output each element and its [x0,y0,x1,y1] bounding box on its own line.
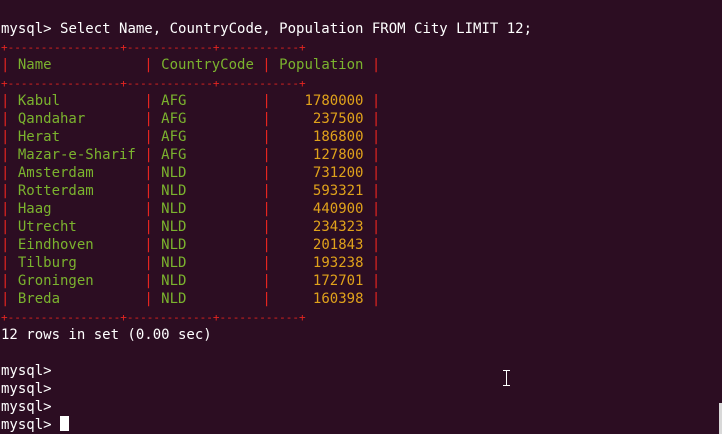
table-border-top: +-----------------+-------------+-------… [1,41,306,54]
cell-name: Herat [17,129,61,145]
cell-countrycode: NLD [161,273,187,289]
cell-population: 186800 [312,129,364,145]
table-row: | Haag | NLD | 440900 | [1,201,381,217]
table-border-header: +-----------------+-------------+-------… [1,77,306,90]
prompt-line: mysql> [1,363,52,379]
cell-name: Amsterdam [17,165,94,181]
result-summary: 12 rows in set (0.00 sec) [1,327,212,343]
block-cursor-icon [59,416,69,431]
query-line: mysql> Select Name, CountryCode, Populat… [1,20,532,38]
cell-countrycode: AFG [161,129,187,145]
table-row: | Rotterdam | NLD | 593321 | [1,183,381,199]
cell-countrycode: NLD [161,255,187,271]
column-header-population: Population [279,57,364,73]
cell-population: 440900 [312,201,364,217]
table-row: | Kabul | AFG | 1780000 | [1,93,381,109]
cell-name: Kabul [17,93,61,109]
cell-name: Mazar-e-Sharif [17,147,136,163]
cell-population: 193238 [312,255,364,271]
cell-countrycode: NLD [161,165,187,181]
table-row: | Breda | NLD | 160398 | [1,291,381,307]
cell-countrycode: AFG [161,111,187,127]
cell-population: 234323 [312,219,364,235]
table-row: | Eindhoven | NLD | 201843 | [1,237,381,253]
cell-population: 127800 [312,147,364,163]
table-header-row: | Name | CountryCode | Population | [1,57,381,73]
cell-population: 160398 [312,291,364,307]
table-row: | Herat | AFG | 186800 | [1,129,381,145]
column-header-name: Name [17,57,52,73]
table-row: | Amsterdam | NLD | 731200 | [1,165,381,181]
cell-name: Groningen [17,273,94,289]
i-beam-cursor-icon [503,370,510,386]
table-row: | Utrecht | NLD | 234323 | [1,219,381,235]
query-prompt: mysql> [1,21,61,37]
cell-population: 731200 [312,165,364,181]
table-row: | Mazar-e-Sharif | AFG | 127800 | [1,147,381,163]
table-border-bottom: +-----------------+-------------+-------… [1,311,306,324]
prompt-line: mysql> [1,381,52,397]
cell-countrycode: NLD [161,237,187,253]
column-header-countrycode: CountryCode [161,57,254,73]
cell-population: 1780000 [304,93,364,109]
terminal-window[interactable]: mysql> Select Name, CountryCode, Populat… [0,0,722,434]
cell-population: 593321 [312,183,364,199]
cell-name: Rotterdam [17,183,94,199]
cell-countrycode: AFG [161,93,187,109]
cell-countrycode: NLD [161,183,187,199]
cell-population: 237500 [312,111,364,127]
cell-countrycode: NLD [161,201,187,217]
cell-countrycode: AFG [161,147,187,163]
cell-name: Eindhoven [17,237,94,253]
cell-name: Utrecht [17,219,77,235]
active-prompt-line[interactable]: mysql> [1,416,69,434]
table-row: | Qandahar | AFG | 237500 | [1,111,381,127]
cell-countrycode: NLD [161,219,187,235]
cell-population: 172701 [312,273,364,289]
table-row: | Tilburg | NLD | 193238 | [1,255,381,271]
cell-countrycode: NLD [161,291,187,307]
table-row: | Groningen | NLD | 172701 | [1,273,381,289]
cell-population: 201843 [312,237,364,253]
active-prompt: mysql> [1,417,52,433]
cell-name: Qandahar [17,111,86,127]
cell-name: Tilburg [17,255,77,271]
prompt-line: mysql> [1,399,52,415]
cell-name: Breda [17,291,61,307]
cell-name: Haag [17,201,52,217]
query-text: Select Name, CountryCode, Population FRO… [60,21,533,37]
